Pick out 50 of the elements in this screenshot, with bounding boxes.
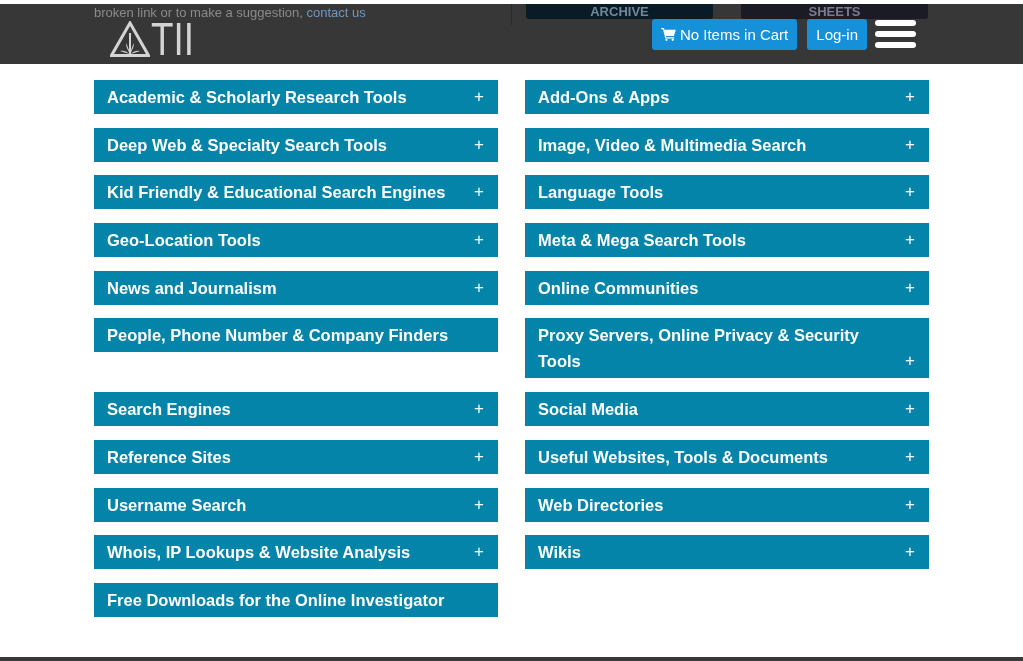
category-button[interactable]: Username Search + bbox=[94, 487, 498, 522]
plus-icon: + bbox=[474, 227, 484, 254]
category-button[interactable]: News and Journalism + bbox=[94, 270, 498, 305]
category-button[interactable]: Web Directories + bbox=[525, 487, 929, 522]
archive-button[interactable]: ARCHIVE bbox=[526, 4, 713, 19]
menu-icon[interactable] bbox=[875, 20, 916, 48]
category-button[interactable]: Whois, IP Lookups & Website Analysis + bbox=[94, 535, 498, 570]
cart-icon bbox=[660, 28, 676, 41]
plus-icon: + bbox=[905, 491, 915, 518]
category-button[interactable]: Academic & Scholarly Research Tools + bbox=[94, 80, 498, 114]
category-button[interactable]: Language Tools + bbox=[525, 175, 929, 210]
plus-icon: + bbox=[905, 84, 915, 110]
category-button[interactable]: Kid Friendly & Educational Search Engines + bbox=[94, 175, 498, 210]
category-button[interactable]: Useful Websites, Tools & Documents + bbox=[525, 439, 929, 474]
category-button[interactable]: Reference Sites + bbox=[94, 439, 498, 474]
contact-note: broken link or to make a suggestion, contact us bbox=[94, 6, 367, 20]
category-button[interactable]: Social Media + bbox=[525, 392, 929, 427]
category-button[interactable]: Meta & Mega Search Tools + bbox=[525, 223, 929, 258]
category-button[interactable]: Online Communities + bbox=[525, 270, 929, 305]
plus-icon: + bbox=[905, 443, 915, 470]
category-button[interactable]: Proxy Servers, Online Privacy & Security Tools + bbox=[525, 318, 929, 379]
plus-icon: + bbox=[474, 539, 484, 566]
plus-icon: + bbox=[905, 274, 915, 301]
login-button[interactable]: Log-in bbox=[807, 19, 867, 50]
category-button[interactable]: Geo-Location Tools + bbox=[94, 223, 498, 258]
category-button[interactable]: Wikis + bbox=[525, 535, 929, 570]
plus-icon: + bbox=[474, 179, 484, 206]
plus-icon: + bbox=[905, 539, 915, 566]
plus-icon: + bbox=[905, 348, 915, 375]
plus-icon: + bbox=[905, 179, 915, 206]
plus-icon: + bbox=[474, 131, 484, 158]
contact-link[interactable]: contact us bbox=[306, 5, 366, 20]
category-button[interactable]: Search Engines + bbox=[94, 392, 498, 427]
plus-icon: + bbox=[474, 491, 484, 518]
category-button[interactable]: Free Downloads for the Online Investigator bbox=[94, 582, 498, 617]
category-button[interactable]: People, Phone Number & Company Finders bbox=[94, 318, 498, 353]
category-button[interactable]: Add-Ons & Apps + bbox=[525, 80, 929, 114]
category-button[interactable]: Image, Video & Multimedia Search + bbox=[525, 127, 929, 162]
sheets-button[interactable]: SHEETS bbox=[741, 4, 928, 19]
plus-icon: + bbox=[905, 227, 915, 254]
logo-icon[interactable] bbox=[110, 21, 150, 57]
plus-icon: + bbox=[905, 396, 915, 423]
logo-text[interactable]: TII bbox=[151, 20, 194, 58]
plus-icon: + bbox=[905, 131, 915, 158]
plus-icon: + bbox=[474, 443, 484, 470]
category-button[interactable]: Deep Web & Specialty Search Tools + bbox=[94, 127, 498, 162]
plus-icon: + bbox=[474, 274, 484, 301]
cart-button[interactable]: No Items in Cart bbox=[651, 19, 798, 50]
plus-icon: + bbox=[474, 84, 484, 110]
plus-icon: + bbox=[474, 396, 484, 423]
